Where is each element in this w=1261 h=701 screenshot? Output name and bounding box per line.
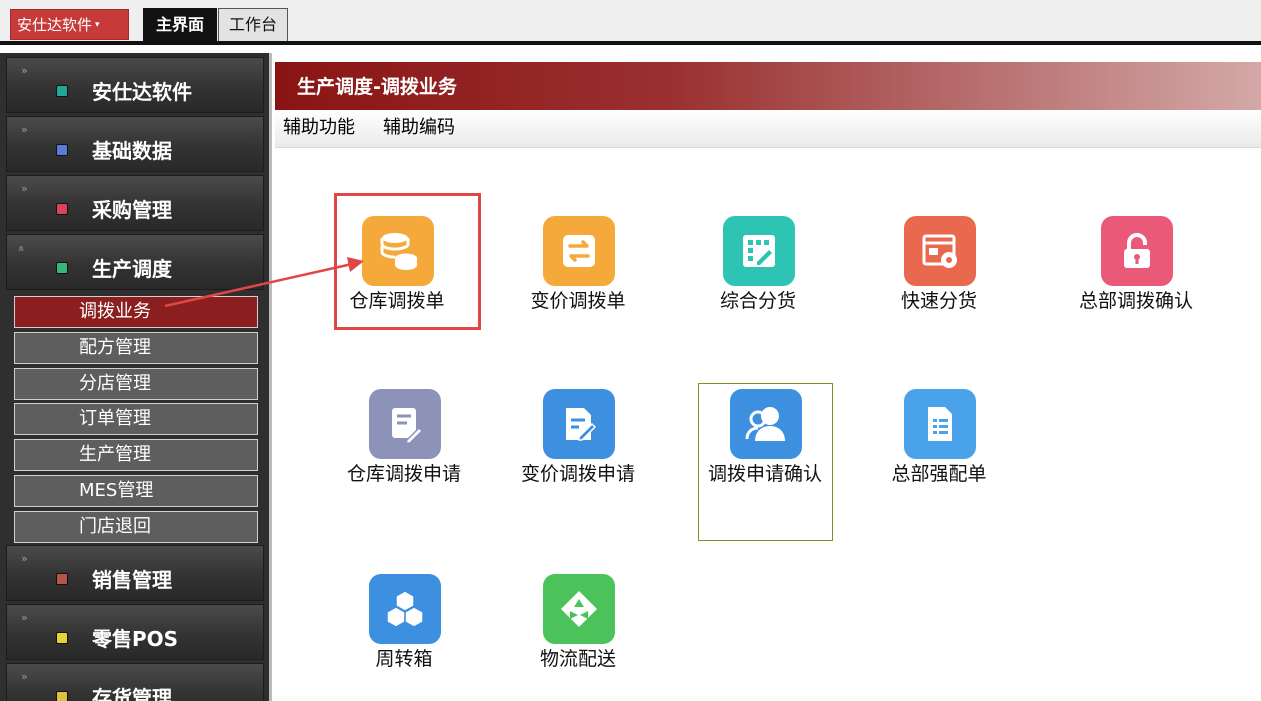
sidebar-group-label: 零售POS — [92, 627, 179, 651]
tile-label: 总部调拨确认 — [1078, 290, 1193, 312]
edit-document-icon — [543, 389, 615, 459]
expand-chevron-icon: » — [21, 552, 28, 565]
collapse-chevron-icon: « — [14, 245, 28, 250]
sidebar-item-formula[interactable]: 配方管理 — [14, 332, 258, 364]
grid-edit-icon — [723, 216, 795, 286]
app-window: 安仕达软件 ▾ 主界面 工作台 » 安仕达软件 » 基础数据 » 采购管理 « 生… — [0, 0, 1261, 701]
sidebar: » 安仕达软件 » 基础数据 » 采购管理 « 生产调度 调拨业务 配方管理 分… — [0, 53, 272, 701]
expand-chevron-icon: » — [21, 182, 28, 195]
sidebar-group-basic-data[interactable]: » 基础数据 — [6, 116, 264, 172]
tile-turnover-box[interactable]: 周转箱 — [329, 574, 479, 674]
expand-chevron-icon: » — [21, 64, 28, 77]
sidebar-group-label: 安仕达软件 — [92, 80, 192, 104]
menu-bar: 辅助功能 辅助编码 — [275, 110, 1261, 148]
tile-label: 总部强配单 — [891, 463, 987, 485]
module-icon — [56, 144, 68, 156]
tab-main[interactable]: 主界面 — [143, 8, 217, 42]
recycle-icon — [543, 574, 615, 644]
app-menu-button[interactable]: 安仕达软件 ▾ — [10, 9, 129, 40]
tile-price-transfer[interactable]: 变价调拨单 — [503, 216, 653, 316]
swap-arrows-icon — [543, 216, 615, 286]
sidebar-item-mes[interactable]: MES管理 — [14, 475, 258, 507]
menu-aux-codes[interactable]: 辅助编码 — [383, 115, 455, 141]
sidebar-item-transfer[interactable]: 调拨业务 — [14, 296, 258, 328]
tile-quick-allocation[interactable]: 快速分货 — [864, 216, 1014, 316]
tile-logistics-delivery[interactable]: 物流配送 — [503, 574, 653, 674]
sidebar-group-sales[interactable]: » 销售管理 — [6, 545, 264, 601]
tile-label: 综合分货 — [719, 290, 796, 312]
highlight-box — [334, 193, 481, 330]
expand-chevron-icon: » — [21, 670, 28, 683]
sidebar-item-production[interactable]: 生产管理 — [14, 439, 258, 471]
sidebar-item-order[interactable]: 订单管理 — [14, 403, 258, 435]
window-gear-icon — [904, 216, 976, 286]
sidebar-item-store-return[interactable]: 门店退回 — [14, 511, 258, 543]
menu-aux-functions[interactable]: 辅助功能 — [283, 115, 355, 141]
tile-label: 变价调拨申请 — [520, 463, 635, 485]
module-title-bar: 生产调度-调拨业务 — [275, 62, 1261, 110]
sidebar-group-label: 销售管理 — [92, 568, 172, 592]
tab-workbench[interactable]: 工作台 — [218, 8, 288, 42]
app-menu-label: 安仕达软件 — [17, 16, 93, 34]
list-document-icon — [904, 389, 976, 459]
sidebar-group-purchase[interactable]: » 采购管理 — [6, 175, 264, 231]
sidebar-group-pos[interactable]: » 零售POS — [6, 604, 264, 660]
sidebar-group-production[interactable]: « 生产调度 — [6, 234, 264, 290]
tile-label: 变价调拨单 — [530, 290, 626, 312]
tile-label: 仓库调拨申请 — [346, 463, 461, 485]
unlock-icon — [1101, 216, 1173, 286]
module-icon — [56, 85, 68, 97]
tile-warehouse-transfer-request[interactable]: 仓库调拨申请 — [329, 389, 479, 489]
document-pen-icon — [369, 389, 441, 459]
tile-comprehensive-allocation[interactable]: 综合分货 — [683, 216, 833, 316]
module-icon — [56, 203, 68, 215]
sidebar-group-label: 基础数据 — [92, 139, 172, 163]
chevron-down-icon: ▾ — [95, 20, 100, 30]
module-icon — [56, 691, 68, 701]
sidebar-group-anshida[interactable]: » 安仕达软件 — [6, 57, 264, 113]
tile-hq-transfer-confirm[interactable]: 总部调拨确认 — [1061, 216, 1211, 316]
module-icon — [56, 632, 68, 644]
module-icon — [56, 573, 68, 585]
sidebar-group-label: 存货管理 — [92, 686, 172, 701]
hover-selection-box — [698, 383, 833, 541]
page-title: 生产调度-调拨业务 — [297, 76, 457, 98]
sidebar-group-inventory[interactable]: » 存货管理 — [6, 663, 264, 701]
expand-chevron-icon: » — [21, 611, 28, 624]
cubes-icon — [369, 574, 441, 644]
sidebar-group-label: 采购管理 — [92, 198, 172, 222]
tile-price-transfer-request[interactable]: 变价调拨申请 — [503, 389, 653, 489]
expand-chevron-icon: » — [21, 123, 28, 136]
module-icon — [56, 262, 68, 274]
top-divider — [0, 41, 1261, 45]
tile-hq-forced-allocation[interactable]: 总部强配单 — [864, 389, 1014, 489]
tile-label: 周转箱 — [375, 648, 433, 670]
sidebar-group-label: 生产调度 — [92, 257, 172, 281]
tile-label: 物流配送 — [539, 648, 616, 670]
sidebar-item-branch[interactable]: 分店管理 — [14, 368, 258, 400]
tile-label: 快速分货 — [900, 290, 977, 312]
